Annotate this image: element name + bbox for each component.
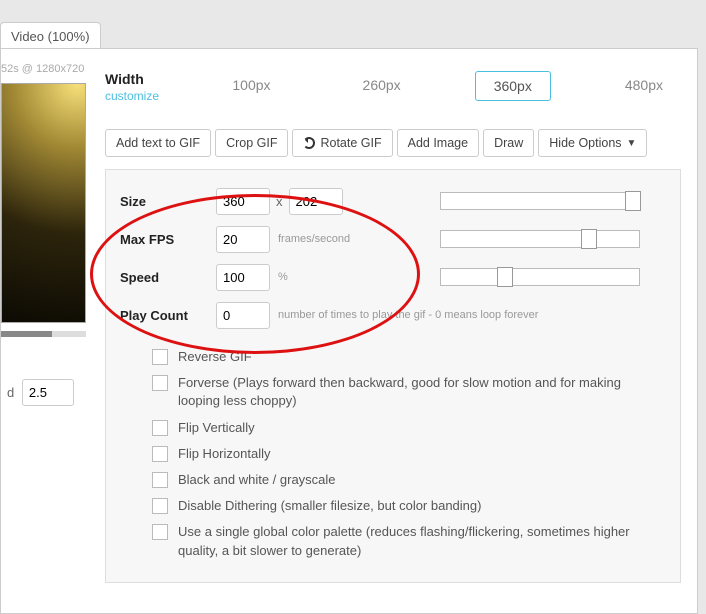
checkbox-reverse[interactable]: [152, 349, 168, 365]
add-image-button[interactable]: Add Image: [397, 129, 479, 157]
rotate-button[interactable]: Rotate GIF: [292, 129, 392, 157]
size-row: Size x: [120, 182, 666, 220]
width-opt-360[interactable]: 360px: [475, 71, 551, 101]
checkbox-group: Reverse GIF Forverse (Plays forward then…: [120, 344, 666, 564]
max-fps-unit: frames/second: [278, 233, 350, 245]
check-forverse: Forverse (Plays forward then backward, g…: [120, 370, 666, 414]
check-bw: Black and white / grayscale: [120, 467, 666, 493]
size-width-input[interactable]: [216, 188, 270, 215]
size-height-input[interactable]: [289, 188, 343, 215]
duration-label: d: [7, 385, 14, 400]
check-dither: Disable Dithering (smaller filesize, but…: [120, 493, 666, 519]
max-fps-label: Max FPS: [120, 232, 216, 247]
customize-link[interactable]: customize: [105, 89, 186, 103]
speed-unit: %: [278, 271, 288, 283]
check-dither-label: Disable Dithering (smaller filesize, but…: [178, 497, 481, 515]
check-flip-v-label: Flip Vertically: [178, 419, 255, 437]
check-forverse-label: Forverse (Plays forward then backward, g…: [178, 374, 666, 410]
hide-options-button[interactable]: Hide Options ▼: [538, 129, 647, 157]
speed-row: Speed %: [120, 258, 666, 296]
tab-video[interactable]: Video (100%): [0, 22, 101, 50]
checkbox-dither[interactable]: [152, 498, 168, 514]
check-bw-label: Black and white / grayscale: [178, 471, 336, 489]
width-opt-100[interactable]: 100px: [214, 71, 288, 101]
check-global-palette-label: Use a single global color palette (reduc…: [178, 523, 666, 559]
draw-button[interactable]: Draw: [483, 129, 534, 157]
video-preview[interactable]: [1, 83, 86, 323]
checkbox-global-palette[interactable]: [152, 524, 168, 540]
max-fps-slider[interactable]: [440, 230, 640, 248]
width-opt-480[interactable]: 480px: [607, 71, 681, 101]
check-flip-h: Flip Horizontally: [120, 441, 666, 467]
speed-input[interactable]: [216, 264, 270, 291]
tab-video-label: Video (100%): [11, 29, 90, 44]
check-flip-v: Flip Vertically: [120, 415, 666, 441]
play-count-label: Play Count: [120, 308, 216, 323]
play-count-row: Play Count number of times to play the g…: [120, 296, 666, 334]
check-reverse-label: Reverse GIF: [178, 348, 252, 366]
check-global-palette: Use a single global color palette (reduc…: [120, 519, 666, 563]
width-opt-260[interactable]: 260px: [345, 71, 419, 101]
speed-label: Speed: [120, 270, 216, 285]
toolbar: Add text to GIF Crop GIF Rotate GIF Add …: [105, 129, 681, 157]
width-row: Width customize 100px 260px 360px 480px: [105, 71, 681, 103]
crop-button[interactable]: Crop GIF: [215, 129, 288, 157]
max-fps-input[interactable]: [216, 226, 270, 253]
checkbox-forverse[interactable]: [152, 375, 168, 391]
check-reverse: Reverse GIF: [120, 344, 666, 370]
checkbox-flip-v[interactable]: [152, 420, 168, 436]
size-slider[interactable]: [440, 192, 640, 210]
width-label: Width: [105, 71, 186, 87]
checkbox-flip-h[interactable]: [152, 446, 168, 462]
video-meta: 52s @ 1280x720: [1, 63, 84, 75]
main-panel: 52s @ 1280x720 d Width customize 100px 2…: [0, 48, 698, 614]
play-count-unit: number of times to play the gif - 0 mean…: [278, 309, 538, 321]
max-fps-row: Max FPS frames/second: [120, 220, 666, 258]
rotate-icon: [303, 137, 315, 149]
video-progress[interactable]: [1, 331, 86, 337]
check-flip-h-label: Flip Horizontally: [178, 445, 270, 463]
play-count-input[interactable]: [216, 302, 270, 329]
size-x: x: [276, 194, 283, 209]
duration-input[interactable]: [22, 379, 74, 406]
speed-slider[interactable]: [440, 268, 640, 286]
checkbox-bw[interactable]: [152, 472, 168, 488]
add-text-button[interactable]: Add text to GIF: [105, 129, 211, 157]
size-label: Size: [120, 194, 216, 209]
duration-row: d: [7, 379, 74, 406]
chevron-down-icon: ▼: [627, 138, 637, 149]
options-panel: Size x Max FPS frames/second Speed % Pla…: [105, 169, 681, 583]
